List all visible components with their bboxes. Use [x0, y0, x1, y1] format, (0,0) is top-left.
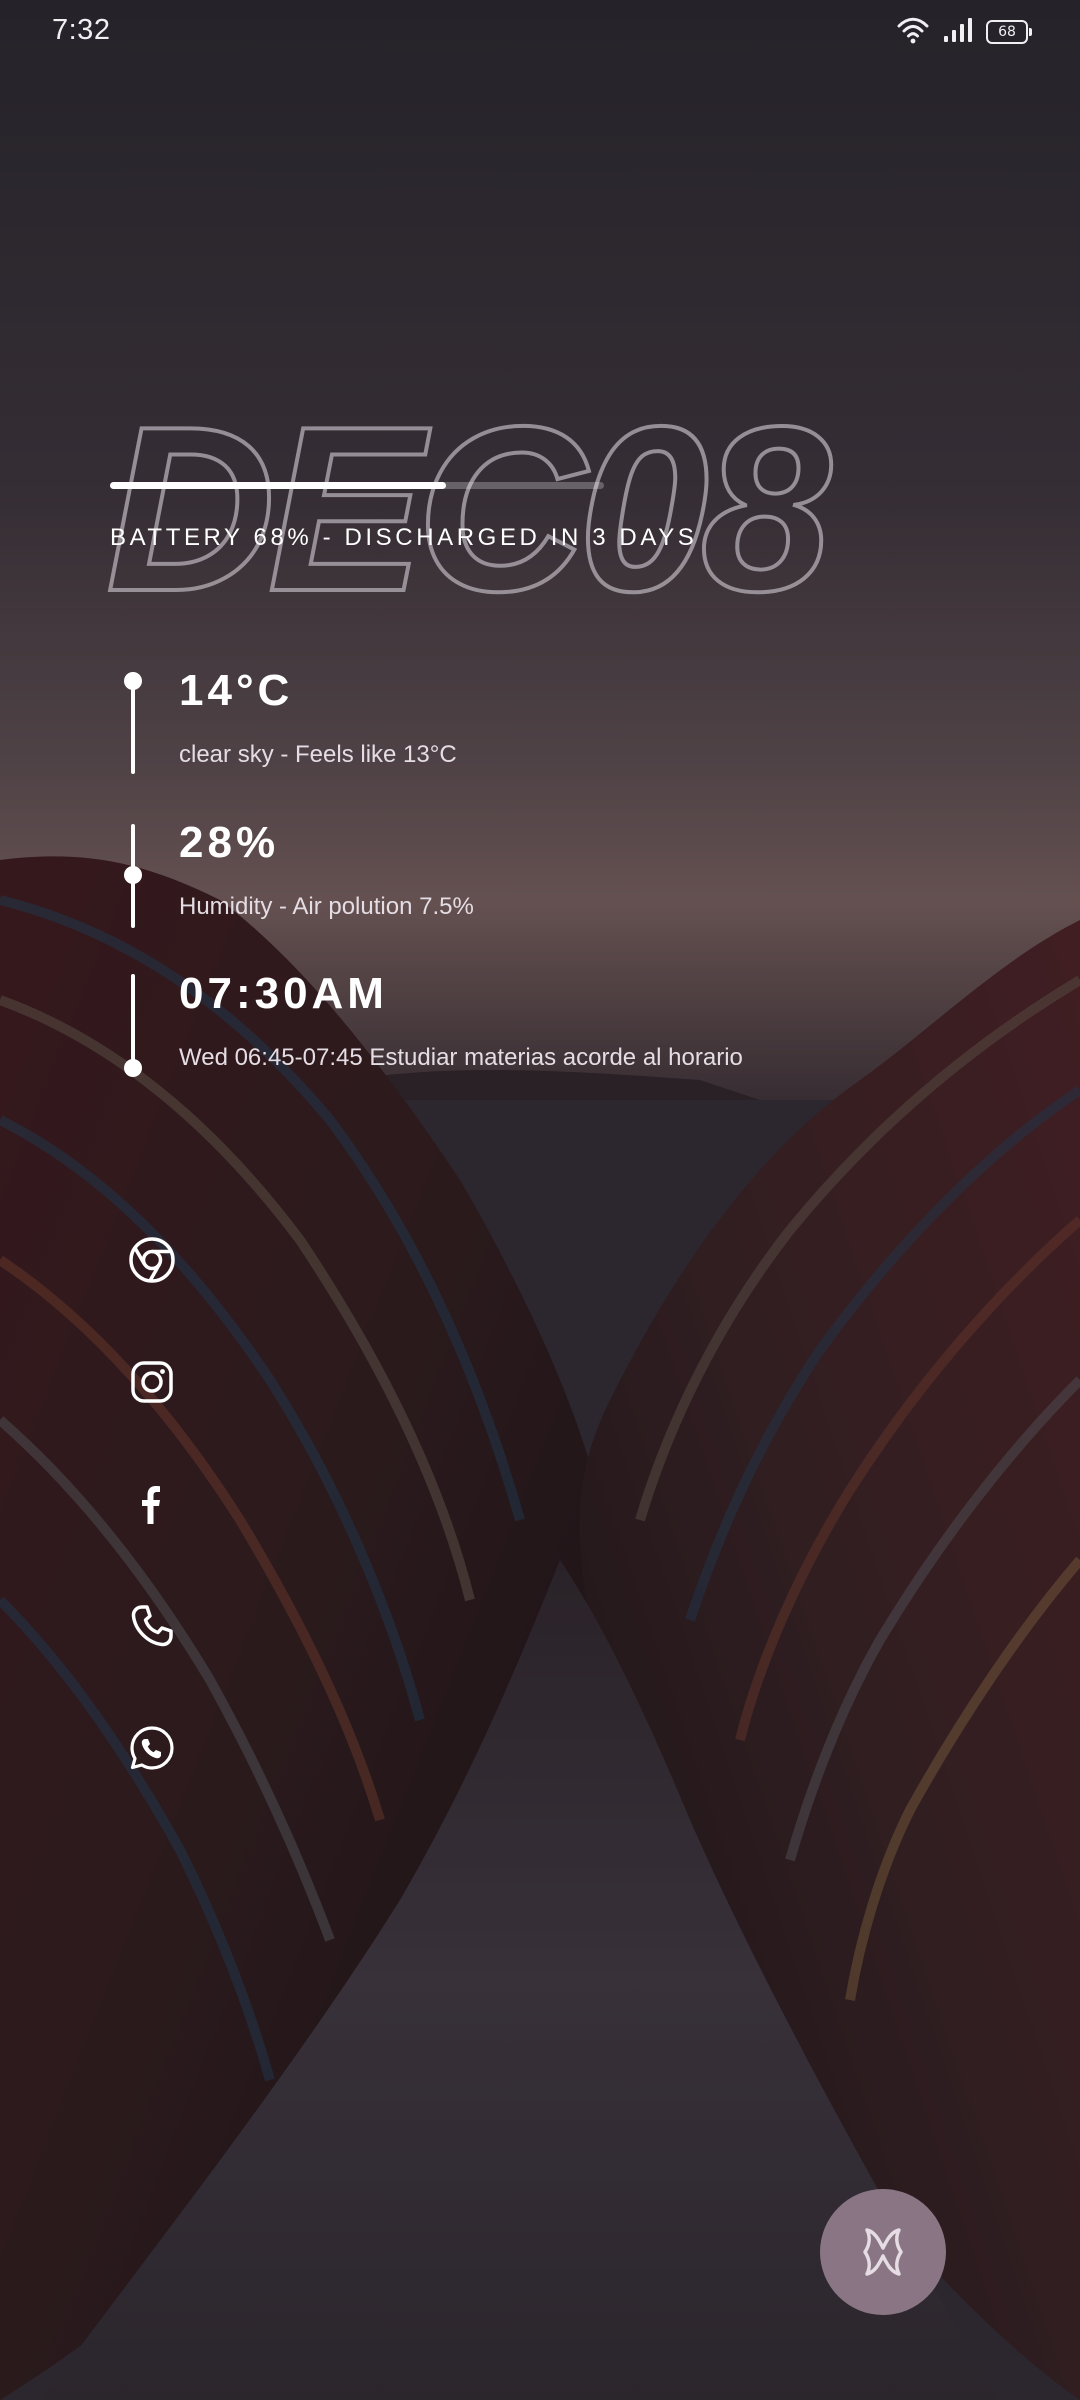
date-outline: DEC08 — [100, 400, 880, 610]
humidity-description: Humidity - Air polution 7.5% — [179, 893, 474, 920]
weather-description: clear sky - Feels like 13°C — [179, 741, 457, 768]
weather-temperature[interactable]: 14°C — [179, 666, 293, 716]
battery-status-text: BATTERY 68% - DISCHARGED IN 3 DAYS — [110, 524, 698, 551]
date-outline-text: DEC08 — [106, 400, 832, 610]
status-bar: 7:32 68 — [0, 0, 1080, 62]
wifi-icon — [896, 16, 930, 49]
whatsapp-icon[interactable] — [126, 1722, 178, 1774]
signal-icon — [942, 16, 974, 49]
alarm-timeline-dot — [124, 1059, 142, 1077]
wallpaper — [0, 0, 1080, 2400]
instagram-icon[interactable] — [126, 1356, 178, 1408]
humidity-timeline-dot — [124, 866, 142, 884]
battery-progress-bar — [110, 482, 604, 489]
chrome-icon[interactable] — [126, 1234, 178, 1286]
status-icons: 68 — [896, 16, 1032, 49]
launcher-logo-icon — [863, 2228, 903, 2276]
humidity-value[interactable]: 28% — [179, 818, 279, 868]
alarm-time[interactable]: 07:30AM — [179, 969, 388, 1019]
phone-icon[interactable] — [126, 1600, 178, 1652]
weather-timeline-dot — [124, 672, 142, 690]
status-time: 7:32 — [52, 14, 111, 46]
launcher-button[interactable] — [820, 2189, 946, 2315]
battery-progress-fill — [110, 482, 446, 489]
calendar-event: Wed 06:45-07:45 Estudiar materias acorde… — [179, 1044, 743, 1071]
battery-icon: 68 — [986, 20, 1032, 44]
facebook-icon[interactable] — [126, 1478, 178, 1530]
